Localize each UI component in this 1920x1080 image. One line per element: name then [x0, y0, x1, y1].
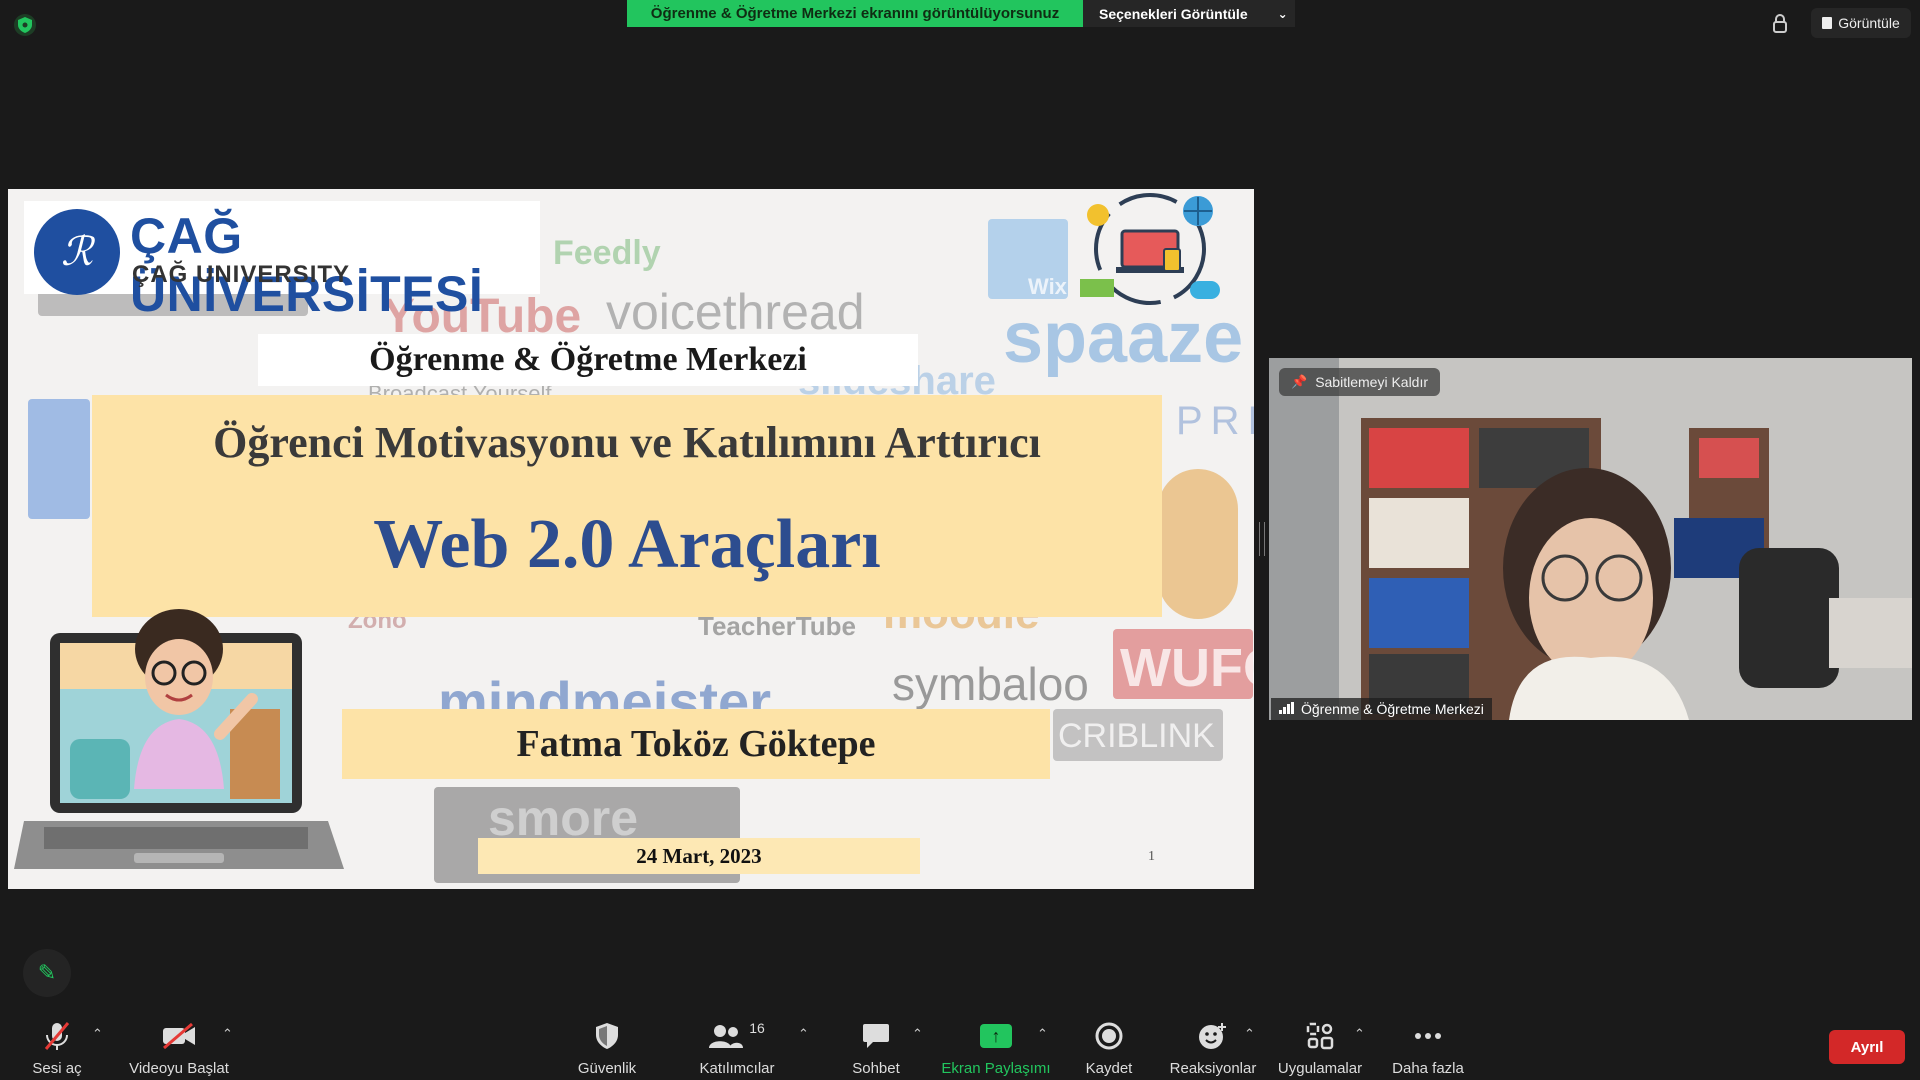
security-shield-icon[interactable]	[14, 14, 36, 36]
annotate-pencil-button[interactable]: ✎	[23, 949, 71, 997]
immersive-view-icon[interactable]	[1766, 10, 1794, 38]
reactions-label: Reaksiyonlar	[1169, 1060, 1257, 1077]
view-layout-icon	[1822, 17, 1833, 29]
bg-word-symbaloo: symbaloo	[892, 658, 1089, 710]
apps-label: Uygulamalar	[1277, 1060, 1363, 1077]
chat-bubble-icon	[862, 1018, 890, 1054]
logo-subtitle: ÇAĞ UNIVERSITY	[132, 261, 351, 288]
participant-video-frame	[1269, 358, 1912, 720]
slide-center-title: Öğrenme & Öğretme Merkezi	[258, 334, 918, 386]
chevron-down-icon: ⌄	[1277, 6, 1288, 21]
share-options-caret-icon[interactable]: ⌃	[1037, 1026, 1048, 1042]
bg-word-criblink: CRIBLINK	[1058, 717, 1215, 755]
participant-name: Öğrenme & Öğretme Merkezi	[1301, 701, 1484, 717]
reactions-options-caret-icon[interactable]: ⌃	[1244, 1026, 1255, 1042]
slide-main-title-line1: Öğrenci Motivasyonu ve Katılımını Arttır…	[213, 418, 1041, 467]
view-button-label: Görüntüle	[1838, 15, 1900, 31]
participants-options-caret-icon[interactable]: ⌃	[798, 1026, 809, 1042]
apps-icon	[1306, 1018, 1334, 1054]
bg-word-feedly: Feedly	[553, 234, 661, 272]
video-camera-off-icon	[162, 1018, 196, 1054]
share-screen-button[interactable]: ↑ Ekran Paylaşımı	[941, 1018, 1051, 1077]
view-options-dropdown[interactable]: Seçenekleri Görüntüle ⌄	[1083, 0, 1295, 27]
slide-main-title-line2: Web 2.0 Araçları	[373, 506, 881, 583]
apps-options-caret-icon[interactable]: ⌃	[1354, 1026, 1365, 1042]
participant-video-tile[interactable]: 📌 Sabitlemeyi Kaldır Öğrenme & Öğretme M…	[1269, 358, 1912, 720]
chat-options-caret-icon[interactable]: ⌃	[912, 1026, 923, 1042]
chat-label: Sohbet	[852, 1060, 900, 1077]
bg-word-wix: Wix	[1028, 274, 1067, 299]
pin-icon: 📌	[1291, 374, 1308, 389]
share-screen-arrow-icon: ↑	[980, 1024, 1012, 1048]
record-button[interactable]: Kaydet	[1054, 1018, 1164, 1077]
view-options-label: Seçenekleri Görüntüle	[1099, 5, 1248, 22]
bg-word-voicethread: voicethread	[606, 284, 865, 340]
shared-slide: Feedly YouTube voicethread spaaze slides…	[8, 189, 1254, 889]
slide-date: 24 Mart, 2023	[478, 838, 920, 874]
unmute-label: Sesi aç	[32, 1060, 82, 1077]
record-label: Kaydet	[1085, 1060, 1133, 1077]
bg-block-blue	[28, 399, 90, 519]
pencil-icon: ✎	[37, 960, 57, 985]
slide-author: Fatma Toköz Göktepe	[342, 709, 1050, 779]
security-shield-icon	[595, 1018, 619, 1054]
unpin-label: Sabitlemeyi Kaldır	[1315, 374, 1429, 390]
split-resize-handle[interactable]	[1259, 522, 1265, 556]
leave-button[interactable]: Ayrıl	[1829, 1030, 1905, 1064]
university-emblem-icon: ℛ	[34, 209, 120, 295]
slide-main-title-box: Öğrenci Motivasyonu ve Katılımını Arttır…	[92, 395, 1162, 617]
security-label: Güvenlik	[577, 1060, 637, 1077]
signal-strength-icon	[1279, 701, 1295, 717]
view-button[interactable]: Görüntüle	[1811, 8, 1911, 38]
slide-page-number: 1	[1148, 849, 1155, 864]
more-button[interactable]: Daha fazla	[1373, 1018, 1483, 1077]
reactions-smiley-icon	[1198, 1018, 1228, 1054]
security-button[interactable]: Güvenlik	[552, 1018, 662, 1077]
university-logo: ℛ ÇAĞ ÜNİVERSİTESİ ÇAĞ UNIVERSITY	[24, 201, 540, 322]
start-video-label: Videoyu Başlat	[129, 1060, 229, 1077]
share-screen-icon-wrap: ↑	[980, 1018, 1012, 1054]
share-screen-label: Ekran Paylaşımı	[941, 1060, 1051, 1077]
more-dots-icon	[1414, 1018, 1442, 1054]
participant-count: 16	[749, 1020, 765, 1036]
microphone-muted-icon	[44, 1018, 70, 1054]
screen-share-banner: Öğrenme & Öğretme Merkezi ekranını görün…	[627, 0, 1083, 27]
participant-name-tag: Öğrenme & Öğretme Merkezi	[1271, 698, 1492, 720]
audio-options-caret-icon[interactable]: ⌃	[92, 1026, 103, 1042]
online-learning-illustration-icon	[1080, 193, 1222, 305]
bg-word-pre: PRE	[1176, 399, 1254, 443]
bg-word-spaaze: spaaze	[1003, 298, 1244, 378]
bg-block-orange	[1158, 469, 1238, 619]
more-label: Daha fazla	[1392, 1060, 1464, 1077]
cartoon-teacher-laptop-icon	[14, 589, 344, 879]
participants-icon: 16	[709, 1018, 765, 1054]
participants-button[interactable]: 16 Katılımcılar	[682, 1018, 792, 1077]
record-icon	[1095, 1018, 1123, 1054]
participants-label: Katılımcılar	[699, 1060, 775, 1077]
start-video-button[interactable]: Videoyu Başlat	[124, 1018, 234, 1077]
video-options-caret-icon[interactable]: ⌃	[222, 1026, 233, 1042]
bg-word-wufoo: WUFOO	[1120, 638, 1254, 698]
unpin-button[interactable]: 📌 Sabitlemeyi Kaldır	[1279, 368, 1441, 396]
